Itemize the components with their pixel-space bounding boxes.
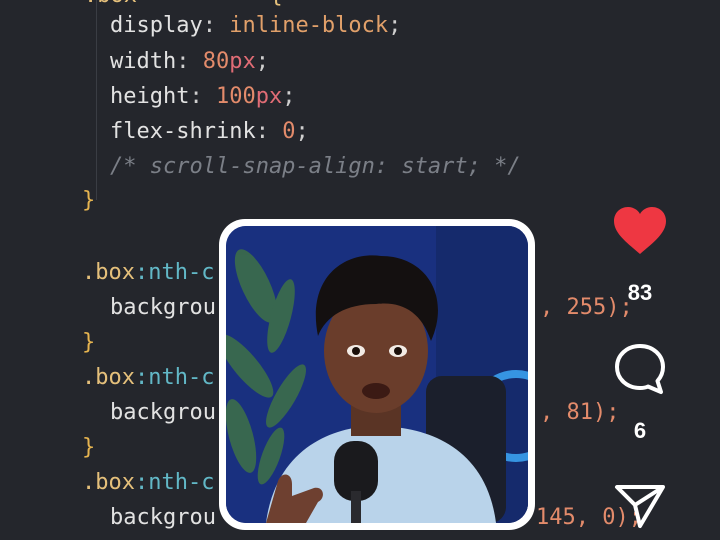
code-pseudo: :nth-c: [134, 365, 215, 390]
code-property: display: [110, 13, 203, 38]
code-line: width: 80px;: [110, 49, 269, 74]
code-number: 100: [215, 84, 256, 109]
code-unit: px: [229, 49, 256, 74]
presenter-video-card[interactable]: [219, 219, 535, 530]
code-property: width: [110, 49, 177, 74]
code-line: backgrou: [110, 290, 216, 326]
code-line: height: 100px;: [110, 84, 296, 109]
presenter-video[interactable]: [226, 226, 528, 523]
code-selector-line: .box:nth-c: [82, 255, 214, 291]
code-unit: px: [255, 84, 283, 109]
code-selector: .box: [82, 470, 135, 495]
comment-icon: [615, 344, 665, 394]
action-rail: 83 6: [600, 0, 720, 540]
heart-icon: [614, 207, 666, 254]
code-property: height: [110, 84, 190, 109]
comment-count: 6: [633, 418, 647, 443]
code-property: backgrou: [110, 400, 216, 425]
code-property: backgrou: [110, 295, 216, 320]
code-value: inline-block: [229, 13, 389, 38]
code-line: backgrou: [110, 395, 216, 431]
indent-guide: [96, 0, 97, 200]
code-line: backgrou: [110, 500, 216, 536]
share-button[interactable]: [614, 483, 666, 529]
code-selector: .box: [82, 260, 135, 285]
code-line: display: inline-block;: [110, 13, 402, 38]
code-number: 80: [202, 49, 230, 74]
code-pseudo: :nth-c: [134, 470, 215, 495]
code-selector: .box: [82, 365, 135, 390]
code-selector-line: .box:nth-c: [82, 465, 214, 501]
code-line: flex-shrink: 0;: [110, 119, 309, 144]
code-brace: }: [82, 330, 96, 355]
code-brace: }: [82, 188, 96, 213]
like-button[interactable]: [612, 206, 668, 256]
code-property: flex-shrink: [110, 119, 256, 144]
code-brace: }: [82, 435, 96, 460]
code-property: backgrou: [110, 505, 216, 530]
code-comment: /* scroll-snap-align: start; */: [110, 154, 521, 179]
send-icon: [615, 485, 665, 528]
presenter-illustration: [226, 226, 528, 523]
like-count: 83: [627, 280, 653, 305]
code-number: 0: [282, 119, 296, 144]
code-selector-line: .box:nth-c: [82, 360, 214, 396]
code-pseudo: :nth-c: [134, 260, 215, 285]
comment-button[interactable]: [613, 342, 667, 396]
